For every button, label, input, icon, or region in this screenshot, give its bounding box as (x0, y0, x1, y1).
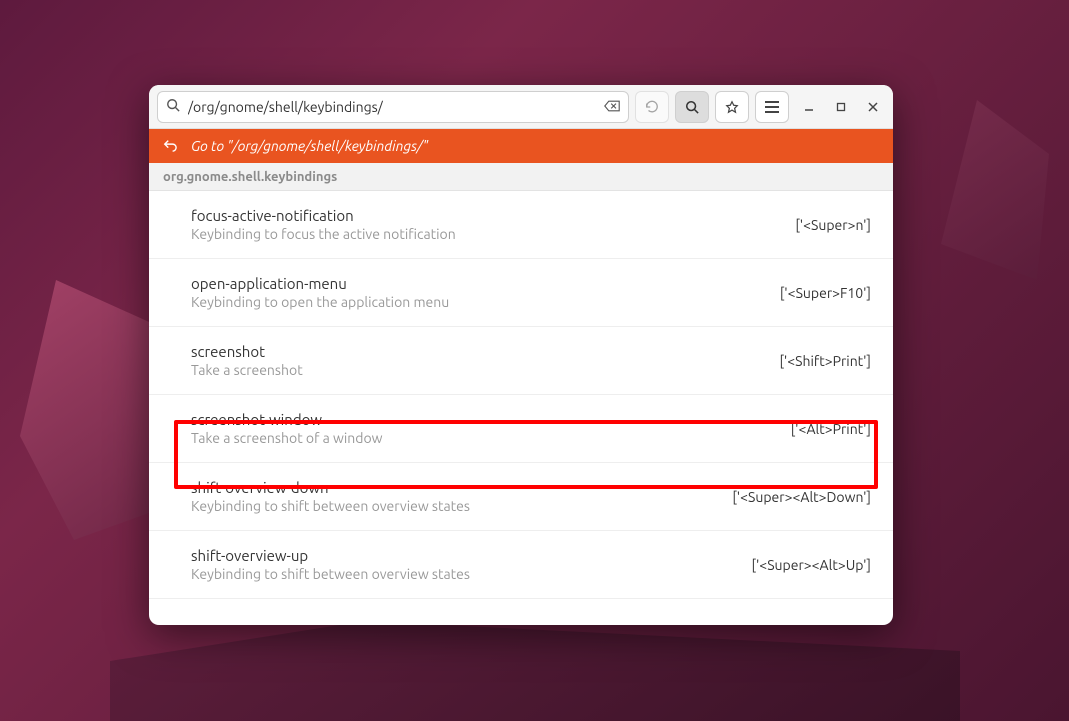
setting-desc: Keybinding to focus the active notificat… (191, 226, 456, 242)
header-bar (149, 85, 893, 129)
schema-header: org.gnome.shell.keybindings (149, 163, 893, 191)
setting-value: ['<Super><Alt>Down'] (732, 489, 871, 505)
list-item[interactable]: shift-overview-down Keybinding to shift … (149, 463, 893, 531)
setting-desc: Keybinding to open the application menu (191, 294, 449, 310)
setting-key: shift-overview-up (191, 547, 470, 564)
search-input[interactable] (188, 99, 596, 115)
setting-value: ['<Super><Alt>Up'] (752, 557, 872, 573)
setting-key: focus-active-notification (191, 207, 456, 224)
list-item[interactable]: screenshot Take a screenshot ['<Shift>Pr… (149, 327, 893, 395)
setting-value: ['<Shift>Print'] (779, 353, 871, 369)
refresh-button[interactable] (635, 91, 669, 123)
results-list: focus-active-notification Keybinding to … (149, 191, 893, 625)
search-icon (166, 98, 180, 115)
maximize-button[interactable] (829, 91, 853, 123)
minimize-button[interactable] (797, 91, 821, 123)
list-item[interactable]: shift-overview-up Keybinding to shift be… (149, 531, 893, 599)
setting-key: shift-overview-down (191, 479, 470, 496)
setting-value: ['<Alt>Print'] (791, 421, 871, 437)
path-search-field[interactable] (157, 91, 629, 123)
search-toggle-button[interactable] (675, 91, 709, 123)
setting-desc: Keybinding to shift between overview sta… (191, 498, 470, 514)
list-item[interactable]: focus-active-notification Keybinding to … (149, 191, 893, 259)
hamburger-menu-button[interactable] (755, 91, 789, 123)
setting-key: open-application-menu (191, 275, 449, 292)
dconf-editor-window: Go to "/org/gnome/shell/keybindings/" or… (149, 85, 893, 625)
goto-suggestion-bar[interactable]: Go to "/org/gnome/shell/keybindings/" (149, 129, 893, 163)
background-shape (110, 621, 960, 721)
setting-key: screenshot-window (191, 411, 383, 428)
setting-desc: Take a screenshot of a window (191, 430, 383, 446)
setting-value: ['<Super>F10'] (780, 285, 871, 301)
clear-input-icon[interactable] (604, 99, 620, 115)
setting-desc: Keybinding to shift between overview sta… (191, 566, 470, 582)
hamburger-icon (765, 101, 779, 113)
goto-label: Go to "/org/gnome/shell/keybindings/" (191, 138, 428, 154)
setting-desc: Take a screenshot (191, 362, 303, 378)
goto-back-icon (163, 138, 177, 155)
close-button[interactable] (861, 91, 885, 123)
list-item[interactable]: screenshot-window Take a screenshot of a… (149, 395, 893, 463)
setting-key: screenshot (191, 343, 303, 360)
schema-name: org.gnome.shell.keybindings (163, 170, 337, 184)
background-shape (929, 100, 1049, 280)
list-item[interactable]: open-application-menu Keybinding to open… (149, 259, 893, 327)
setting-value: ['<Super>n'] (795, 217, 871, 233)
bookmark-button[interactable] (715, 91, 749, 123)
